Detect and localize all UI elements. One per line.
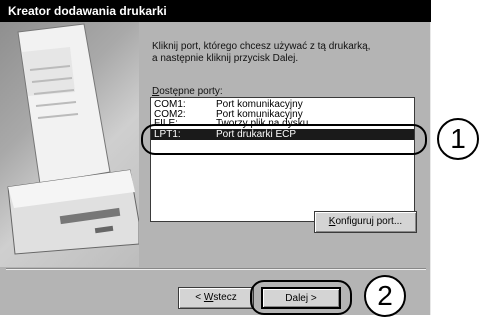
window-title: Kreator dodawania drukarki: [8, 4, 167, 18]
back-hotkey: W: [203, 292, 214, 303]
callout-lpt1-highlight: [141, 124, 427, 155]
callout-number-2: 2: [364, 275, 406, 317]
printer-wizard-dialog: Kreator dodawania drukarki Kliknij port,…: [0, 0, 431, 315]
instruction-line-2: a następnie kliknij przycisk Dalej.: [152, 53, 299, 64]
available-ports-label: Dostępne porty:: [152, 86, 223, 97]
configure-label: onfiguruj port...: [335, 216, 403, 227]
back-label: stecz: [213, 292, 237, 303]
separator: [6, 268, 426, 270]
back-button[interactable]: < Wstecz: [178, 287, 254, 309]
configure-port-button[interactable]: Konfiguruj port...: [314, 211, 417, 233]
callout-next-highlight: [250, 280, 352, 315]
printer-icon: [7, 23, 139, 255]
printer-illustration: [0, 22, 139, 267]
back-prefix: <: [195, 292, 204, 303]
title-bar: Kreator dodawania drukarki: [0, 0, 431, 22]
ports-listbox[interactable]: COM1: Port komunikacyjny COM2: Port komu…: [150, 97, 415, 222]
callout-number-1: 1: [437, 118, 479, 160]
instruction-line-1: Kliknij port, którego chcesz używać z tą…: [152, 41, 371, 52]
ports-label-text: ostępne porty:: [159, 86, 223, 97]
instruction-text: Kliknij port, którego chcesz używać z tą…: [152, 41, 370, 65]
